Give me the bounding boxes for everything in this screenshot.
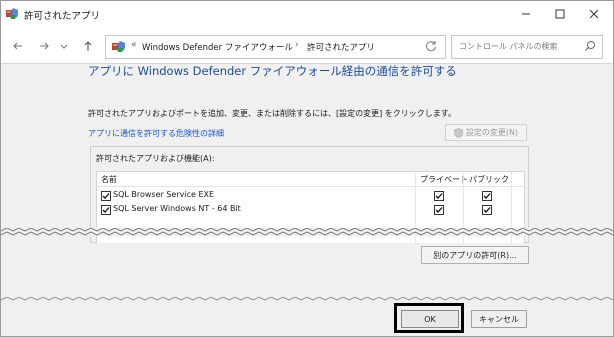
content-area: アプリに Windows Defender ファイアウォール経由の通信を許可する… — [1, 63, 613, 305]
change-settings-label: 設定の変更(N) — [465, 128, 519, 137]
table-row[interactable]: SQL Browser Service EXE — [97, 188, 524, 202]
firewall-icon — [112, 40, 126, 53]
change-settings-button[interactable]: 設定の変更(N) — [445, 124, 527, 141]
breadcrumb-separator-icon: › — [295, 40, 299, 50]
column-name[interactable]: 名前 — [101, 174, 117, 185]
back-arrow-icon[interactable] — [9, 37, 27, 55]
app-enabled-checkbox[interactable] — [101, 191, 111, 201]
table-row[interactable]: SQL Server Windows NT - 64 Bit — [97, 202, 524, 216]
shield-icon — [454, 127, 463, 138]
column-public[interactable]: パブリック — [469, 174, 509, 185]
risk-details-link[interactable]: アプリに通信を許可する危険性の詳細 — [88, 128, 224, 139]
column-private[interactable]: プライベート — [420, 174, 468, 185]
breadcrumb-overflow-icon[interactable]: « — [131, 40, 137, 50]
public-checkbox[interactable] — [482, 205, 492, 215]
private-checkbox[interactable] — [434, 191, 444, 201]
allow-another-app-button[interactable]: 別のアプリの許可(R)... — [421, 246, 529, 264]
private-checkbox[interactable] — [434, 205, 444, 215]
page-description: 許可されたアプリおよびポートを追加、変更、または削除するには、[設定の変更] を… — [88, 109, 456, 118]
firewall-app-icon — [6, 7, 19, 20]
public-checkbox[interactable] — [482, 191, 492, 201]
page-heading: アプリに Windows Defender ファイアウォール経由の通信を許可する — [88, 64, 457, 78]
ok-button[interactable]: OK — [401, 310, 459, 328]
refresh-icon[interactable] — [424, 39, 438, 53]
maximize-button[interactable] — [546, 4, 574, 24]
breadcrumb-firewall[interactable]: Windows Defender ファイアウォール — [142, 41, 293, 53]
minimize-button[interactable] — [512, 4, 540, 24]
allowed-apps-label: 許可されたアプリおよび機能(A): — [96, 154, 215, 163]
truncation-edge — [1, 228, 613, 236]
search-input[interactable]: コントロール パネルの検索 — [451, 35, 603, 59]
up-arrow-icon[interactable] — [79, 37, 97, 55]
app-name: SQL Browser Service EXE — [113, 190, 215, 199]
app-name: SQL Server Windows NT - 64 Bit — [113, 204, 241, 213]
close-button[interactable] — [580, 4, 608, 24]
allowed-apps-window: 許可されたアプリ « Windows Defender ファイアウォール › 許… — [0, 0, 614, 337]
address-bar[interactable]: « Windows Defender ファイアウォール › 許可されたアプリ — [105, 35, 446, 59]
forward-arrow-icon[interactable] — [35, 37, 53, 55]
breadcrumb-allowed-apps[interactable]: 許可されたアプリ — [307, 41, 375, 53]
cancel-button[interactable]: キャンセル — [471, 310, 527, 328]
app-enabled-checkbox[interactable] — [101, 205, 111, 215]
list-header: 名前 プライベート パブリック — [97, 172, 524, 187]
title-bar: 許可されたアプリ — [1, 1, 613, 29]
search-placeholder: コントロール パネルの検索 — [459, 42, 558, 51]
navigation-bar: « Windows Defender ファイアウォール › 許可されたアプリ コ… — [1, 33, 613, 59]
search-icon[interactable] — [584, 40, 596, 52]
chevron-down-icon[interactable] — [58, 37, 70, 55]
window-title: 許可されたアプリ — [24, 11, 101, 22]
